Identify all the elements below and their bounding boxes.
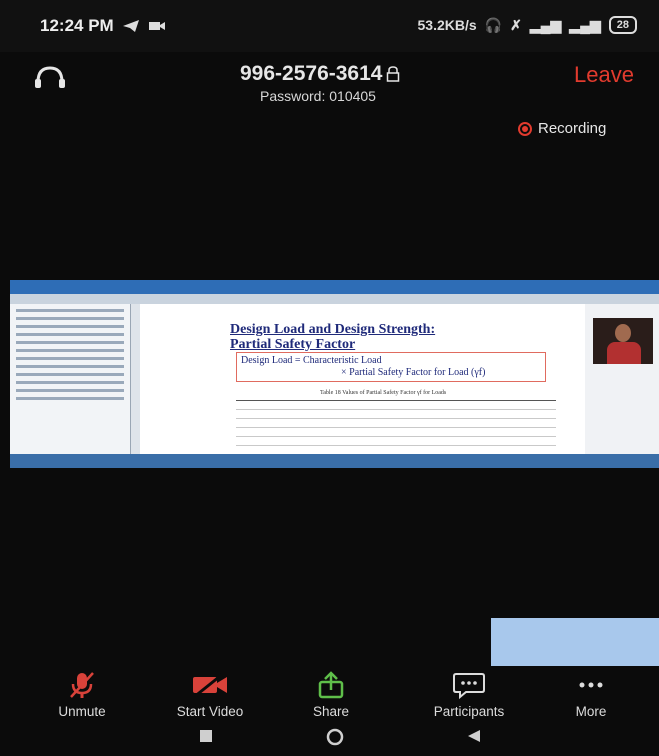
shared-window-titlebar (10, 280, 659, 294)
shared-window-toolbar (10, 294, 659, 304)
participants-icon (453, 673, 485, 700)
more-icon (579, 682, 603, 688)
network-speed: 53.2KB/s (417, 17, 477, 33)
share-icon (318, 671, 344, 699)
shared-window-sidebar (10, 304, 131, 454)
shared-window-taskbar (10, 454, 659, 468)
unmute-label: Unmute (58, 704, 106, 719)
headphones-icon: 🎧 (484, 16, 503, 33)
recording-dot-icon (518, 121, 532, 136)
table-caption: Table 18 Values of Partial Safety Factor… (320, 390, 447, 396)
slide-title: Design Load and Design Strength: Partial… (230, 322, 435, 352)
audio-headset-icon[interactable] (30, 62, 70, 92)
meeting-controls: Unmute Start Video Share Participants Mo… (0, 670, 659, 722)
lock-icon (387, 66, 400, 82)
meeting-password: Password: 010405 (260, 88, 376, 104)
share-button[interactable]: Share (271, 670, 391, 719)
microphone-muted-icon (70, 672, 94, 698)
meeting-id[interactable]: 996-2576-3614 (240, 62, 400, 86)
more-button[interactable]: More (531, 670, 651, 719)
recording-indicator[interactable]: Recording (518, 120, 606, 137)
video-thumbnail[interactable] (491, 618, 659, 666)
clock: 12:24 PM (40, 16, 114, 35)
battery-indicator: 28 (608, 16, 637, 34)
formula-line1: Design Load = Characteristic Load (241, 355, 382, 366)
participants-button[interactable]: Participants (409, 670, 529, 719)
slide-formula: Design Load = Characteristic Load × Part… (236, 352, 546, 382)
meeting-id-text: 996-2576-3614 (240, 62, 383, 85)
shared-slide: Design Load and Design Strength: Partial… (140, 304, 585, 455)
telegram-icon (122, 20, 139, 32)
video-off-icon (193, 671, 227, 699)
start-video-button[interactable]: Start Video (150, 670, 270, 719)
more-label: More (575, 704, 607, 719)
shared-screen[interactable]: Design Load and Design Strength: Partial… (10, 280, 659, 468)
share-label: Share (312, 704, 350, 719)
leave-button[interactable]: Leave (574, 62, 634, 88)
status-bar: 12:24 PM 53.2KB/s 🎧 ✗ ▂▄▆ ▂▄▆ 28 (0, 0, 659, 52)
unmute-button[interactable]: Unmute (22, 670, 142, 719)
slide-title-line2: Partial Safety Factor (230, 337, 356, 352)
recording-label: Recording (538, 120, 607, 137)
signal-icon-2: ▂▄▆ (569, 16, 601, 33)
system-nav-bar (0, 724, 659, 756)
recents-icon[interactable] (198, 728, 214, 749)
signal-icon: ▂▄▆ (529, 16, 562, 33)
presenter-video (593, 318, 653, 364)
status-left: 12:24 PM (40, 16, 166, 36)
status-right: 53.2KB/s 🎧 ✗ ▂▄▆ ▂▄▆ 28 (418, 16, 637, 34)
formula-line2: × Partial Safety Factor for Load (γf) (341, 367, 486, 378)
participants-label: Participants (433, 704, 505, 719)
mute-notifications-icon: ✗ (510, 16, 522, 33)
video-camera-icon (148, 22, 165, 30)
slide-title-line1: Design Load and Design Strength: (230, 322, 436, 337)
home-icon[interactable] (326, 728, 344, 751)
shared-window-rightpane (585, 304, 659, 454)
back-icon[interactable] (466, 728, 482, 749)
safety-factor-table (236, 400, 556, 455)
start-video-label: Start Video (176, 704, 244, 719)
